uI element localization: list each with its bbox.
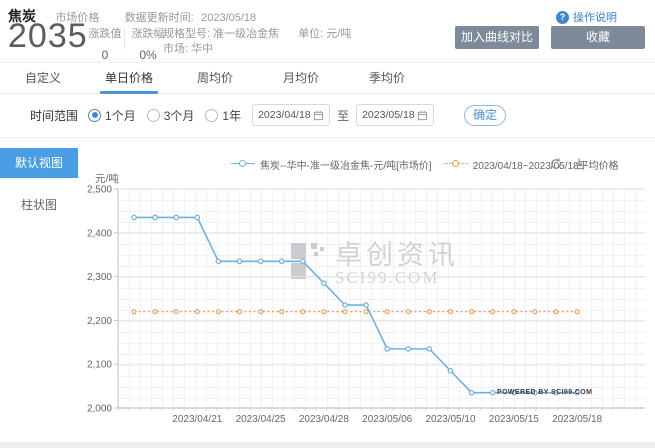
divider	[124, 29, 125, 49]
price-line-chart[interactable]: 2,000 2,100 2,200 2,300 2,400 2,500 2023/04/21…	[85, 182, 655, 435]
radio-1-year-label: 1年	[222, 107, 241, 124]
svg-text:2023/04/28: 2023/04/28	[299, 414, 349, 425]
tab-weekly-avg[interactable]: 周均价	[172, 63, 258, 93]
sidebar-item-default-view[interactable]: 默认视图	[0, 148, 78, 178]
date-to-value: 2023/05/18	[362, 109, 415, 121]
tab-quarterly-avg[interactable]: 季均价	[344, 63, 430, 93]
svg-text:2,200: 2,200	[87, 316, 112, 327]
divider	[0, 137, 655, 138]
radio-1-month-label: 1个月	[105, 107, 136, 124]
radio-dot-icon	[147, 109, 160, 122]
radio-3-month-label: 3个月	[164, 107, 195, 124]
series-line-marker-icon	[231, 160, 255, 169]
help-link[interactable]: 操作说明	[556, 9, 617, 25]
time-range-filter: 时间范围 1个月 3个月 1年 2023/04/18 至 2023/05/18 …	[30, 103, 506, 127]
current-price: 2035	[8, 17, 88, 56]
radio-dot-icon	[205, 109, 218, 122]
chart-plot: 卓创资讯 SCI99.COM 2,0002,1002,2002,3002,400…	[85, 182, 655, 435]
svg-text:2023/05/06: 2023/05/06	[362, 414, 412, 425]
change-pct-value: 0%	[131, 48, 165, 62]
radio-3-month[interactable]: 3个月	[147, 107, 195, 124]
spec-info: 规格型号: 准一级冶金焦 单位: 元/吨 市场: 华中	[163, 27, 351, 57]
refresh-icon[interactable]	[549, 157, 563, 171]
legend-item-average[interactable]: 2023/04/18~2023/05/18平均价格	[473, 157, 619, 172]
favorite-button[interactable]: 收藏	[551, 26, 645, 49]
change-pct-block: 涨跌幅 0%	[131, 25, 165, 62]
date-from-input[interactable]: 2023/04/18	[252, 104, 330, 126]
to-label: 至	[337, 107, 349, 124]
help-label: 操作说明	[573, 9, 617, 25]
confirm-button[interactable]: 确定	[464, 105, 506, 126]
svg-text:2023/05/18: 2023/05/18	[552, 414, 602, 425]
tab-daily-price[interactable]: 单日价格	[86, 63, 172, 93]
change-value: 0	[88, 48, 122, 62]
add-curve-compare-button[interactable]: 加入曲线对比	[455, 26, 539, 49]
tab-monthly-avg[interactable]: 月均价	[258, 63, 344, 93]
date-to-input[interactable]: 2023/05/18	[356, 104, 434, 126]
svg-text:2,500: 2,500	[87, 185, 112, 196]
radio-1-year[interactable]: 1年	[205, 107, 241, 124]
svg-text:2,300: 2,300	[87, 272, 112, 283]
svg-text:2,400: 2,400	[87, 228, 112, 239]
radio-dot-icon	[88, 109, 101, 122]
legend-item-series[interactable]: 焦炭--华中-准一级冶金焦-元/吨[市场价]	[260, 157, 432, 172]
radio-1-month[interactable]: 1个月	[88, 107, 136, 124]
price-unit: 单位: 元/吨	[298, 28, 351, 40]
change-value-label: 涨跌值	[88, 25, 122, 41]
chart-panel: 焦炭--华中-准一级冶金焦-元/吨[市场价] 2023/04/18~2023/0…	[85, 145, 655, 440]
calendar-icon	[313, 110, 324, 121]
spec-type: 规格型号: 准一级冶金焦	[163, 28, 279, 40]
download-icon[interactable]	[572, 157, 586, 171]
change-value-block: 涨跌值 0	[88, 25, 122, 62]
svg-text:2023/05/15: 2023/05/15	[489, 414, 539, 425]
svg-text:2023/05/10: 2023/05/10	[425, 414, 475, 425]
svg-text:2023/04/25: 2023/04/25	[236, 414, 286, 425]
tab-custom[interactable]: 自定义	[0, 63, 86, 93]
svg-text:2023/04/21: 2023/04/21	[172, 414, 222, 425]
time-range-label: 时间范围	[30, 107, 78, 124]
market-region: 市场: 华中	[163, 42, 351, 57]
sidebar-item-bar-chart[interactable]: 柱状图	[0, 196, 78, 213]
chart-legend: 焦炭--华中-准一级冶金焦-元/吨[市场价] 2023/04/18~2023/0…	[85, 155, 655, 173]
svg-text:2,100: 2,100	[87, 360, 112, 371]
average-line-marker-icon	[444, 160, 468, 169]
update-time-label: 数据更新时间:	[125, 12, 194, 24]
powered-by: POWERED BY SCI99.COM	[497, 389, 592, 396]
tab-bar: 自定义 单日价格 周均价 月均价 季均价	[0, 62, 655, 94]
footer-strip	[0, 442, 655, 448]
calendar-icon	[417, 110, 428, 121]
svg-text:2,000: 2,000	[87, 404, 112, 415]
change-pct-label: 涨跌幅	[131, 25, 165, 41]
help-icon	[556, 11, 569, 24]
date-from-value: 2023/04/18	[258, 109, 311, 121]
update-time-value: 2023/05/18	[201, 12, 256, 24]
